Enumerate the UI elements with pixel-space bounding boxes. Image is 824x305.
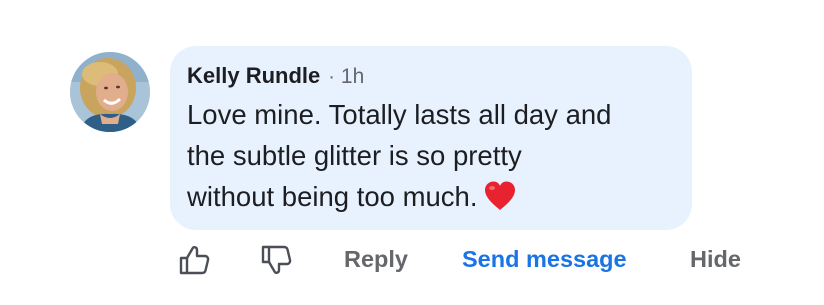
comment-actions: Reply Send message Hide — [170, 238, 770, 284]
reply-button[interactable]: Reply — [344, 246, 408, 273]
author-name[interactable]: Kelly Rundle — [187, 63, 320, 89]
profile-photo — [70, 52, 150, 132]
thumbs-up-icon[interactable] — [176, 242, 212, 278]
red-heart-emoji-icon — [483, 180, 517, 212]
comment-text-content: Love mine. Totally lasts all day and the… — [187, 99, 612, 212]
hide-button[interactable]: Hide — [690, 246, 741, 273]
separator-dot: · — [328, 66, 335, 88]
send-message-button[interactable]: Send message — [462, 246, 627, 273]
comment: Kelly Rundle · 1h Love mine. Totally las… — [0, 0, 824, 305]
comment-text: Love mine. Totally lasts all day and the… — [187, 94, 674, 217]
thumbs-down-icon[interactable] — [258, 242, 294, 278]
avatar[interactable] — [70, 52, 150, 132]
comment-header: Kelly Rundle · 1h — [187, 63, 674, 93]
timestamp[interactable]: 1h — [341, 65, 364, 89]
comment-bubble: Kelly Rundle · 1h Love mine. Totally las… — [170, 46, 692, 230]
